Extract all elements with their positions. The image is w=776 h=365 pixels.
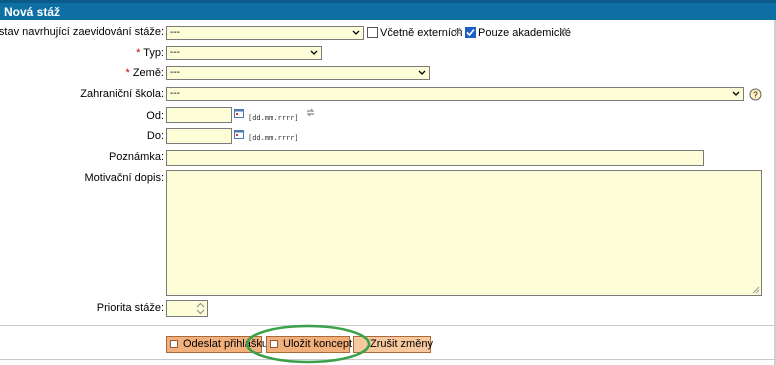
calendar-icon[interactable]: [234, 108, 244, 118]
do-date-input[interactable]: [166, 128, 232, 144]
typ-select[interactable]: ---: [166, 46, 322, 60]
refresh-icon[interactable]: [306, 108, 315, 117]
pouze-akademicke-checkbox[interactable]: [465, 27, 476, 38]
calendar-icon[interactable]: [234, 129, 244, 139]
vcetne-externich-label: Včetně externích: [380, 27, 463, 39]
od-date-input[interactable]: [166, 107, 232, 123]
motivacni-dopis-textarea[interactable]: [166, 170, 762, 296]
vcetne-externich-checkbox[interactable]: [367, 27, 378, 38]
check-icon: [466, 28, 475, 37]
divider: [0, 325, 774, 326]
help-icon[interactable]: ?: [749, 88, 762, 101]
svg-text:?: ?: [753, 91, 758, 100]
chevron-down-icon: [418, 70, 426, 75]
priorita-stepper[interactable]: [166, 300, 208, 317]
highlight-ellipse: [245, 324, 371, 364]
refresh-icon[interactable]: [454, 27, 463, 36]
zeme-label: * Země:: [125, 67, 164, 79]
zeme-select[interactable]: ---: [166, 66, 430, 80]
do-date-hint: [dd.mm.rrrr]: [248, 134, 299, 142]
resize-handle-icon[interactable]: [752, 286, 760, 294]
do-label: Do:: [146, 130, 164, 142]
chevron-down-icon: [310, 50, 318, 55]
pouze-akademicke-label: Pouze akademické: [478, 27, 571, 39]
poznamka-label: Poznámka:: [108, 151, 164, 163]
typ-label: * Typ:: [136, 47, 164, 59]
stepper-arrows-icon[interactable]: [196, 302, 205, 315]
od-date-hint: [dd.mm.rrrr]: [248, 114, 299, 122]
zahranicni-skola-label: Zahraniční škola:: [80, 88, 164, 100]
chevron-down-icon: [352, 30, 360, 35]
od-label: Od:: [146, 110, 164, 122]
ustav-select[interactable]: ---: [166, 26, 364, 40]
send-icon: [170, 340, 178, 348]
chevron-down-icon: [732, 91, 740, 96]
form-header: Nová stáž: [0, 0, 776, 20]
divider: [0, 359, 774, 360]
refresh-icon[interactable]: [559, 27, 568, 36]
poznamka-input[interactable]: [166, 150, 704, 166]
form-title: Nová stáž: [4, 5, 61, 19]
motivacni-dopis-label: Motivační dopis:: [84, 172, 164, 184]
ustav-label: * Ústav navrhující zaevidování stáže:: [0, 26, 164, 38]
priorita-label: Priorita stáže:: [96, 302, 164, 314]
zahranicni-skola-select[interactable]: ---: [166, 87, 744, 101]
